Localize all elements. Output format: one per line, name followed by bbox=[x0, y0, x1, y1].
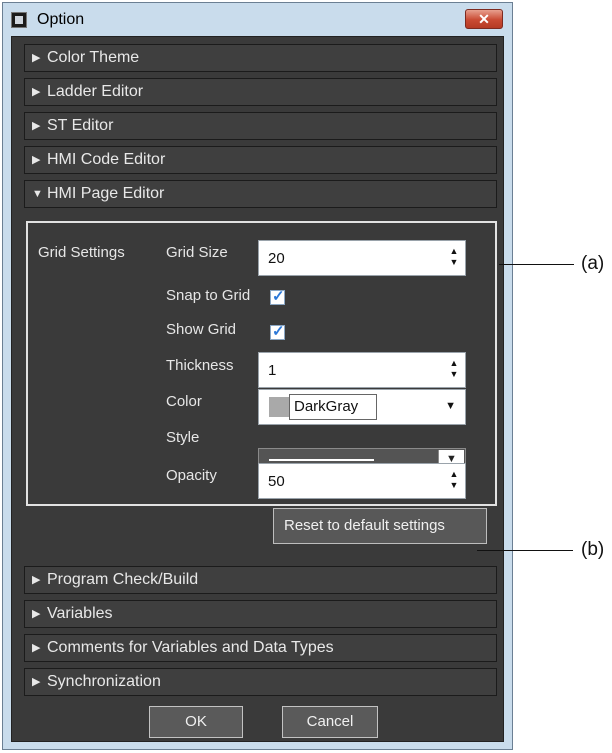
spin-down-icon[interactable]: ▼ bbox=[449, 480, 459, 491]
spin-up-icon[interactable]: ▲ bbox=[449, 246, 459, 257]
callout-b-leader bbox=[477, 550, 573, 551]
expand-arrow-icon: ▶ bbox=[32, 154, 41, 166]
close-button[interactable]: ✕ bbox=[465, 9, 503, 29]
grid-settings-label: Grid Settings bbox=[38, 244, 125, 261]
window-title: Option bbox=[37, 11, 85, 28]
expand-arrow-icon: ▶ bbox=[32, 574, 41, 586]
snap-to-grid-label: Snap to Grid bbox=[166, 287, 251, 304]
thickness-label: Thickness bbox=[166, 357, 234, 374]
section-color-theme[interactable]: ▶ Color Theme bbox=[24, 44, 497, 72]
opacity-label: Opacity bbox=[166, 467, 217, 484]
section-ladder-editor[interactable]: ▶ Ladder Editor bbox=[24, 78, 497, 106]
title-bar[interactable]: Option ✕ bbox=[3, 3, 512, 36]
grid-size-label: Grid Size bbox=[166, 244, 228, 261]
opacity-spinner[interactable]: ▲ ▼ bbox=[449, 469, 459, 491]
opacity-value: 50 bbox=[268, 473, 285, 490]
section-label: Variables bbox=[47, 605, 113, 622]
color-swatch bbox=[269, 397, 289, 417]
show-grid-checkbox[interactable]: ✓ bbox=[270, 323, 285, 340]
grid-size-value: 20 bbox=[268, 250, 285, 267]
line-style-preview bbox=[269, 459, 374, 461]
options-content: ▶ Color Theme ▶ Ladder Editor ▶ ST Edito… bbox=[11, 36, 504, 742]
style-label: Style bbox=[166, 429, 200, 446]
color-dropdown[interactable]: DarkGray ▼ bbox=[258, 389, 466, 425]
section-st-editor[interactable]: ▶ ST Editor bbox=[24, 112, 497, 140]
dropdown-arrow-icon[interactable]: ▼ bbox=[445, 400, 456, 412]
section-label: Color Theme bbox=[47, 49, 140, 66]
thickness-spinner[interactable]: ▲ ▼ bbox=[449, 358, 459, 380]
expand-arrow-icon: ▶ bbox=[32, 52, 41, 64]
callout-a-leader bbox=[499, 264, 574, 265]
expand-arrow-icon: ▶ bbox=[32, 642, 41, 654]
section-label: HMI Code Editor bbox=[47, 151, 166, 168]
check-icon: ✓ bbox=[272, 323, 285, 340]
expand-arrow-icon: ▶ bbox=[32, 676, 41, 688]
section-label: ST Editor bbox=[47, 117, 114, 134]
reset-to-default-button[interactable]: Reset to default settings bbox=[273, 508, 487, 544]
callout-a-label: (a) bbox=[581, 253, 605, 274]
snap-to-grid-checkbox[interactable]: ✓ bbox=[270, 288, 285, 305]
section-label: Comments for Variables and Data Types bbox=[47, 639, 334, 656]
section-synchronization[interactable]: ▶ Synchronization bbox=[24, 668, 497, 696]
section-label: Ladder Editor bbox=[47, 83, 144, 100]
expand-arrow-icon: ▶ bbox=[32, 86, 41, 98]
collapse-arrow-icon: ▼ bbox=[32, 188, 43, 200]
color-value: DarkGray bbox=[289, 394, 377, 420]
spin-down-icon[interactable]: ▼ bbox=[449, 369, 459, 380]
section-comments-variables-data-types[interactable]: ▶ Comments for Variables and Data Types bbox=[24, 634, 497, 662]
show-grid-label: Show Grid bbox=[166, 321, 237, 338]
section-variables[interactable]: ▶ Variables bbox=[24, 600, 497, 628]
section-label: HMI Page Editor bbox=[47, 185, 165, 202]
cancel-button[interactable]: Cancel bbox=[282, 706, 378, 738]
grid-size-input[interactable]: 20 ▲ ▼ bbox=[258, 240, 466, 276]
spin-up-icon[interactable]: ▲ bbox=[449, 358, 459, 369]
thickness-input[interactable]: 1 ▲ ▼ bbox=[258, 352, 466, 388]
spin-up-icon[interactable]: ▲ bbox=[449, 469, 459, 480]
expand-arrow-icon: ▶ bbox=[32, 120, 41, 132]
app-icon bbox=[11, 12, 27, 28]
ok-button[interactable]: OK bbox=[149, 706, 243, 738]
opacity-input[interactable]: 50 ▲ ▼ bbox=[258, 463, 466, 499]
section-label: Program Check/Build bbox=[47, 571, 199, 588]
section-hmi-page-editor[interactable]: ▼ HMI Page Editor bbox=[24, 180, 497, 208]
check-icon: ✓ bbox=[272, 288, 285, 305]
callout-b-label: (b) bbox=[581, 539, 605, 560]
thickness-value: 1 bbox=[268, 362, 277, 379]
option-dialog: Option ✕ ▶ Color Theme ▶ Ladder Editor ▶… bbox=[2, 2, 513, 750]
section-program-check-build[interactable]: ▶ Program Check/Build bbox=[24, 566, 497, 594]
close-icon: ✕ bbox=[478, 11, 490, 27]
expand-arrow-icon: ▶ bbox=[32, 608, 41, 620]
section-hmi-code-editor[interactable]: ▶ HMI Code Editor bbox=[24, 146, 497, 174]
color-label: Color bbox=[166, 393, 202, 410]
spin-down-icon[interactable]: ▼ bbox=[449, 257, 459, 268]
grid-size-spinner[interactable]: ▲ ▼ bbox=[449, 246, 459, 268]
section-label: Synchronization bbox=[47, 673, 161, 690]
